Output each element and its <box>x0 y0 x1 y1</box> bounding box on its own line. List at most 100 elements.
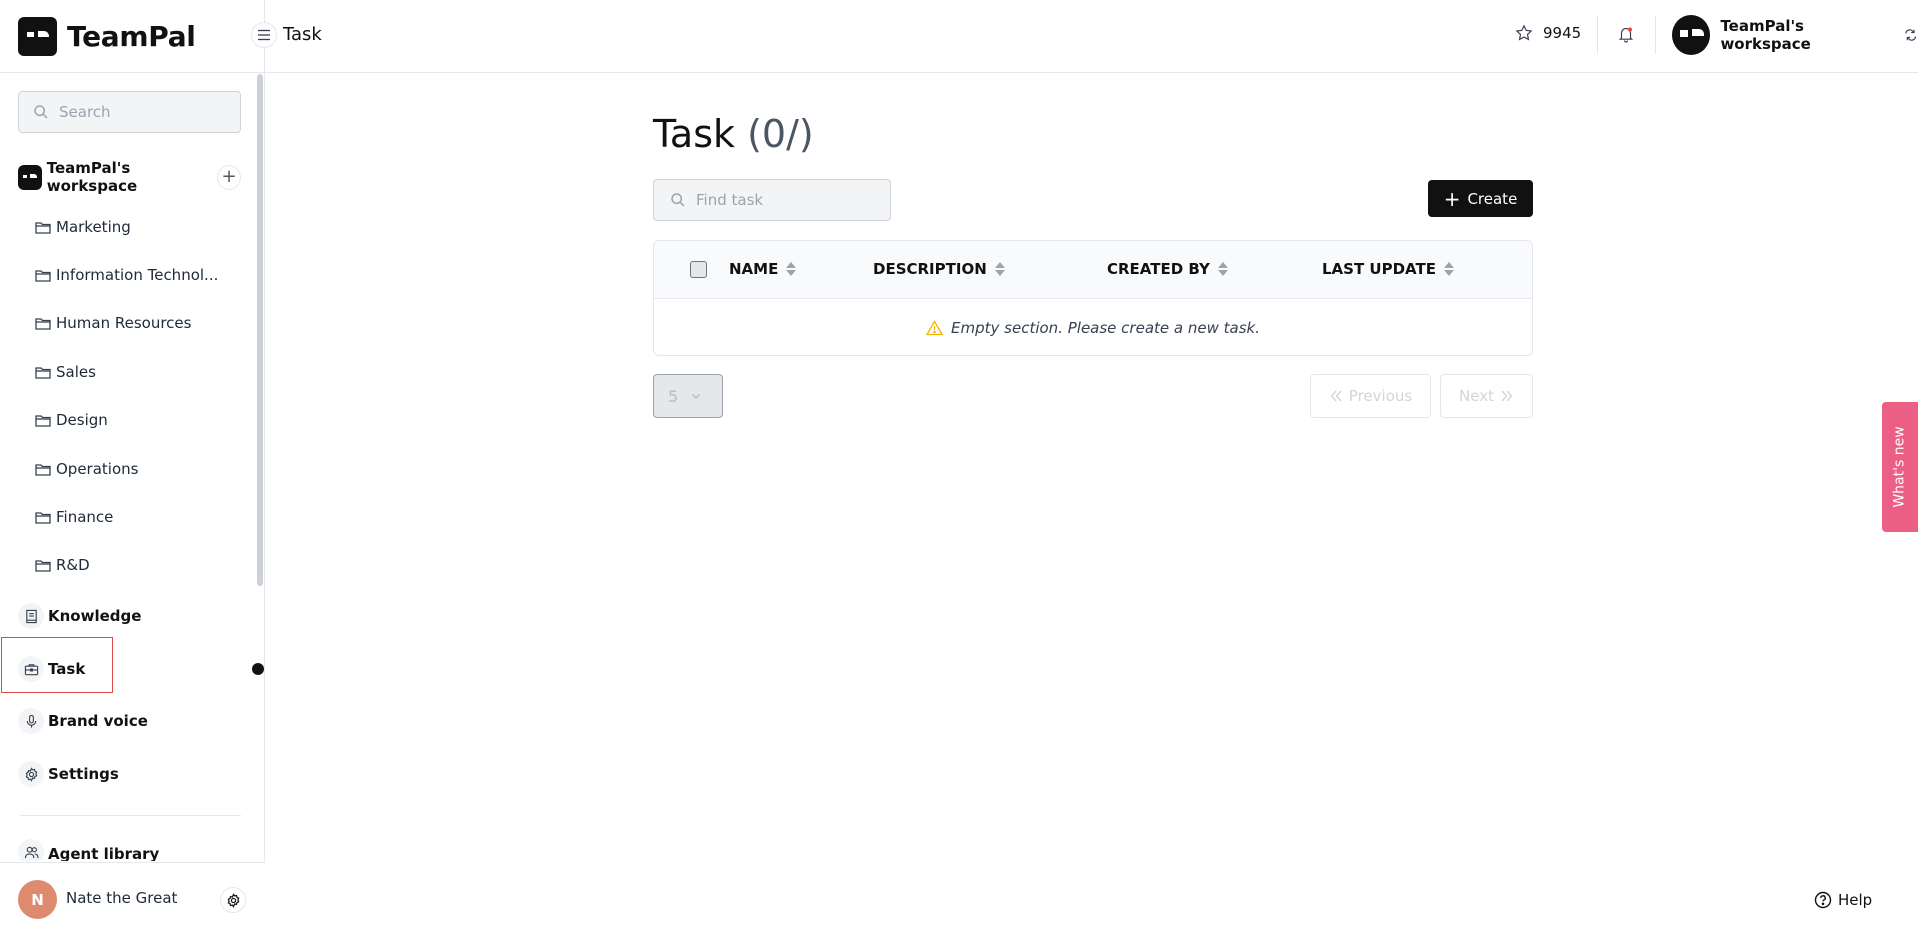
top-header: Task 9945 TeamPal's workspace <box>251 0 1918 73</box>
sort-icon[interactable] <box>1443 262 1454 276</box>
column-header-description[interactable]: DESCRIPTION <box>873 260 1005 278</box>
find-task-input[interactable] <box>696 191 876 209</box>
toggle-sidebar-button[interactable] <box>251 22 277 48</box>
create-label: Create <box>1467 189 1518 208</box>
page-title: Task (0/) <box>653 112 814 156</box>
double-chevron-right-icon <box>1501 390 1513 402</box>
divider <box>1597 16 1598 54</box>
column-label: CREATED BY <box>1107 260 1210 278</box>
page-size-value: 5 <box>668 386 679 406</box>
nav-label: Brand voice <box>48 712 148 730</box>
microphone-icon <box>18 708 44 734</box>
nav-label: Settings <box>48 765 119 783</box>
folder-label: Information Technol... <box>56 266 219 284</box>
star-count[interactable]: 9945 <box>1515 24 1581 42</box>
page-size-select[interactable]: 5 <box>653 374 723 418</box>
find-task-search[interactable] <box>653 179 891 221</box>
folder-icon <box>35 463 51 476</box>
empty-message: Empty section. Please create a new task. <box>951 318 1260 337</box>
avatar[interactable]: N <box>18 880 57 919</box>
sort-icon[interactable] <box>994 262 1005 276</box>
folder-label: R&D <box>56 556 90 574</box>
folder-label: Operations <box>56 460 139 478</box>
column-header-name[interactable]: NAME <box>729 260 797 278</box>
switch-icon <box>1904 29 1916 41</box>
whats-new-label: What's new <box>1892 426 1909 508</box>
sidebar-search[interactable] <box>18 91 241 133</box>
sidebar-item-knowledge[interactable]: Knowledge <box>18 601 141 631</box>
divider <box>0 72 265 73</box>
next-page-button[interactable]: Next <box>1440 374 1533 418</box>
sidebar-folder-rnd[interactable]: R&D <box>35 553 90 577</box>
sidebar-item-brand-voice[interactable]: Brand voice <box>18 706 148 736</box>
select-all-checkbox[interactable] <box>690 261 707 278</box>
folder-icon <box>35 317 51 330</box>
previous-label: Previous <box>1348 387 1413 405</box>
next-label: Next <box>1459 387 1494 405</box>
empty-state: Empty section. Please create a new task. <box>654 299 1532 355</box>
brand-name: TeamPal <box>67 19 196 53</box>
nav-label: Task <box>48 660 86 678</box>
divider <box>1655 16 1656 54</box>
header-title: Task <box>283 24 322 45</box>
folder-label: Sales <box>56 363 96 381</box>
page-title-text: Task <box>653 112 736 156</box>
plus-icon: + <box>221 166 237 187</box>
sidebar-folder-human-resources[interactable]: Human Resources <box>35 311 191 335</box>
sidebar-folder-information-technology[interactable]: Information Technol... <box>35 263 218 287</box>
workspace-switcher[interactable]: TeamPal's workspace <box>1672 15 1918 55</box>
nav-label: Agent library <box>48 845 160 861</box>
whats-new-tab[interactable]: What's new <box>1882 402 1918 532</box>
app-root: TeamPal TeamPal's workspace + Marketing … <box>0 0 1918 931</box>
column-label: DESCRIPTION <box>873 260 987 278</box>
divider <box>20 815 241 816</box>
active-indicator <box>252 663 264 675</box>
user-settings-button[interactable] <box>220 887 246 913</box>
previous-page-button[interactable]: Previous <box>1310 374 1431 418</box>
folder-label: Marketing <box>56 218 131 236</box>
sort-icon[interactable] <box>1217 262 1228 276</box>
folder-icon <box>35 221 51 234</box>
sidebar-folder-finance[interactable]: Finance <box>35 505 113 529</box>
users-icon <box>18 839 44 861</box>
sidebar-folder-sales[interactable]: Sales <box>35 360 96 384</box>
add-folder-button[interactable]: + <box>217 164 241 190</box>
workspace-logo-icon <box>18 164 42 190</box>
column-header-created-by[interactable]: CREATED BY <box>1107 260 1228 278</box>
folder-icon <box>35 559 51 572</box>
sidebar: TeamPal TeamPal's workspace + Marketing … <box>0 0 265 931</box>
column-header-last-update[interactable]: LAST UPDATE <box>1322 260 1454 278</box>
workspace-row[interactable]: TeamPal's workspace + <box>18 159 241 195</box>
gear-icon <box>18 761 44 787</box>
create-task-button[interactable]: + Create <box>1428 180 1533 217</box>
sidebar-scrollbar[interactable] <box>257 74 263 586</box>
book-icon <box>18 603 44 629</box>
sidebar-search-input[interactable] <box>59 103 219 121</box>
user-name[interactable]: Nate the Great <box>66 889 177 907</box>
workspace-logo-icon <box>1672 15 1711 55</box>
help-icon <box>1814 891 1832 909</box>
help-label: Help <box>1838 891 1873 909</box>
sidebar-folder-marketing[interactable]: Marketing <box>35 215 131 239</box>
search-icon <box>671 193 685 207</box>
star-count-value: 9945 <box>1543 24 1582 42</box>
sidebar-folder-design[interactable]: Design <box>35 408 108 432</box>
sidebar-item-settings[interactable]: Settings <box>18 759 119 789</box>
table-header: NAME DESCRIPTION CREATED BY LAST UPDATE <box>654 241 1532 299</box>
sidebar-item-task[interactable]: Task <box>18 654 85 684</box>
sidebar-folder-operations[interactable]: Operations <box>35 457 138 481</box>
sort-icon[interactable] <box>786 262 797 276</box>
help-button[interactable]: Help <box>1814 891 1872 909</box>
sidebar-item-agent-library[interactable]: Agent library <box>18 839 159 861</box>
gear-icon <box>227 892 239 908</box>
briefcase-icon <box>18 656 44 682</box>
notification-bell-icon[interactable] <box>1617 25 1635 43</box>
folder-label: Finance <box>56 508 114 526</box>
brand[interactable]: TeamPal <box>18 16 196 56</box>
workspace-switcher-label: TeamPal's workspace <box>1720 17 1811 53</box>
double-chevron-left-icon <box>1330 390 1342 402</box>
plus-icon: + <box>1443 186 1461 211</box>
teampal-logo-icon <box>18 16 57 56</box>
star-icon <box>1515 24 1533 41</box>
warning-icon <box>926 319 944 335</box>
